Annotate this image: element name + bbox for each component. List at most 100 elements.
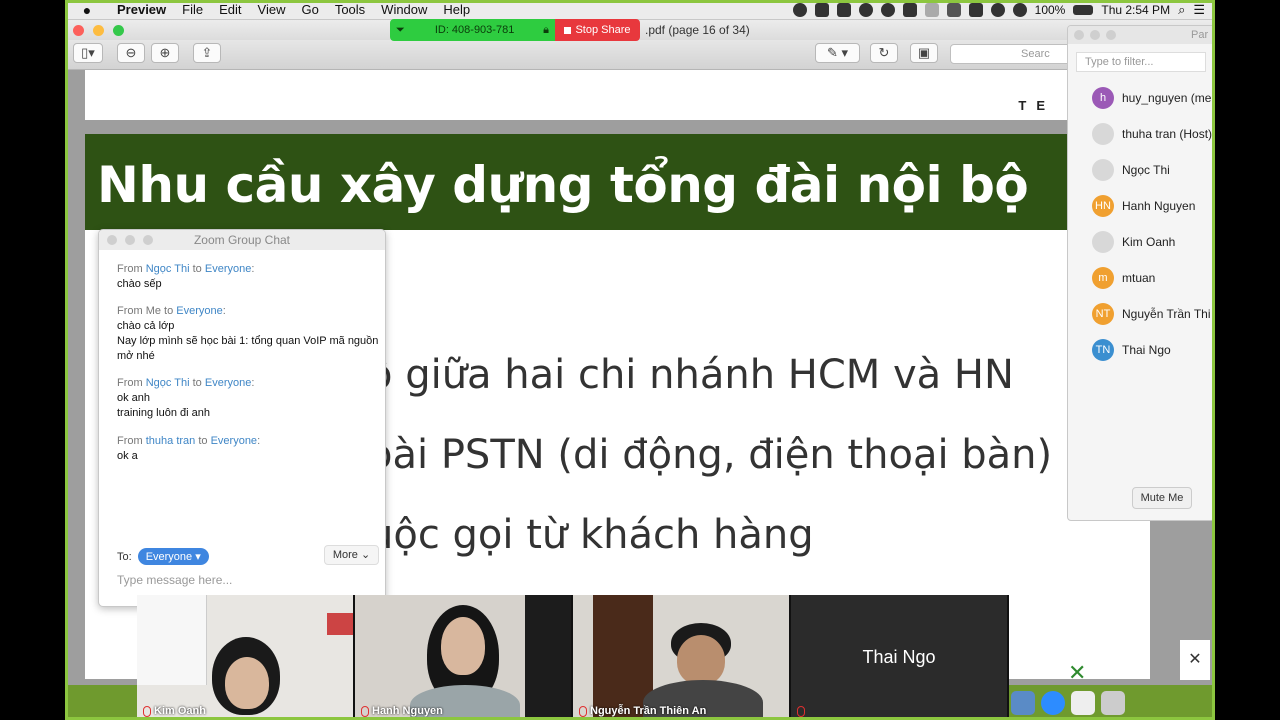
- markup-button[interactable]: ✎ ▾: [815, 43, 860, 63]
- participant-name: mtuan: [1122, 271, 1156, 285]
- stop-share-button[interactable]: Stop Share: [555, 19, 640, 41]
- participant-row[interactable]: NT Nguyễn Trần Thi: [1068, 296, 1214, 332]
- more-button[interactable]: More ⌄: [324, 545, 379, 565]
- signal-icon: ⏷: [396, 23, 405, 36]
- spotlight-search-icon[interactable]: ⌕: [1178, 2, 1185, 18]
- volume-icon[interactable]: [990, 2, 1005, 17]
- chat-message: From thuha tran to Everyone: ok a: [117, 434, 379, 464]
- sidebar-toggle-button[interactable]: ▯▾: [73, 43, 103, 63]
- recipient-select[interactable]: Everyone ▾: [137, 548, 209, 565]
- search-input[interactable]: Searc: [950, 44, 1080, 64]
- menu-help[interactable]: Help: [435, 2, 478, 17]
- window-toolbar: ▯▾ ⊖ ⊕ ⇪ ✎ ▾ ↻ ▣ Searc: [65, 40, 1215, 70]
- menu-edit[interactable]: Edit: [211, 2, 249, 17]
- lock-icon: 🔒︎: [543, 23, 549, 36]
- status-icon[interactable]: [792, 2, 807, 17]
- zoom-app-icon[interactable]: [1041, 690, 1065, 715]
- mic-muted-icon: [579, 705, 587, 717]
- panel-minimize-button[interactable]: [1090, 30, 1100, 40]
- chat-zoom-button[interactable]: [143, 235, 153, 245]
- status-icon[interactable]: [902, 2, 917, 17]
- chat-colon: :: [251, 377, 255, 389]
- mute-me-button[interactable]: Mute Me: [1132, 487, 1192, 509]
- participant-name: Thai Ngo: [1122, 343, 1171, 357]
- zoom-in-button[interactable]: ⊕: [151, 43, 179, 63]
- participants-title: Par: [1191, 29, 1209, 41]
- wifi-icon[interactable]: [946, 2, 961, 17]
- avatar: [1092, 123, 1114, 145]
- video-name-label: Nguyễn Trần Thiên An: [579, 705, 706, 717]
- menu-tools[interactable]: Tools: [327, 2, 373, 17]
- participant-row[interactable]: m mtuan: [1068, 260, 1214, 296]
- zoom-out-button[interactable]: ⊖: [117, 43, 145, 63]
- avatar: [1092, 231, 1114, 253]
- close-icon[interactable]: ✕: [1180, 640, 1210, 680]
- participant-row[interactable]: thuha tran (Host): [1068, 116, 1214, 152]
- chat-message-header: From Ngọc Thi to Everyone:: [117, 262, 379, 277]
- chat-colon: :: [257, 435, 261, 447]
- rotate-button[interactable]: ↻: [870, 43, 898, 63]
- menu-view[interactable]: View: [250, 2, 294, 17]
- video-tile[interactable]: Thai Ngo: [791, 595, 1007, 720]
- dock: [1005, 685, 1155, 720]
- status-icon[interactable]: [880, 2, 895, 17]
- menu-file[interactable]: File: [174, 2, 211, 17]
- chat-message-header: From Ngọc Thi to Everyone:: [117, 376, 379, 391]
- participant-name: Nguyễn Trần Thi: [1122, 307, 1211, 321]
- chat-close-button[interactable]: [107, 235, 117, 245]
- avatar: NT: [1092, 303, 1114, 325]
- document-icon[interactable]: [1071, 690, 1095, 715]
- chat-message-input[interactable]: Type message here...: [117, 573, 232, 587]
- video-tile[interactable]: Kim Oanh: [137, 595, 353, 720]
- chat-message-text: ok anh: [117, 392, 151, 404]
- battery-percent[interactable]: 100%: [1035, 3, 1066, 17]
- battery-icon[interactable]: [1073, 4, 1094, 15]
- bluetooth-icon[interactable]: [924, 2, 939, 17]
- menu-window[interactable]: Window: [373, 2, 435, 17]
- toolbox-button[interactable]: ▣: [910, 43, 938, 63]
- avatar: TN: [1092, 339, 1114, 361]
- status-icon[interactable]: [968, 2, 983, 17]
- group-chat-window: Zoom Group Chat From Ngọc Thi to Everyon…: [98, 229, 386, 607]
- participant-row[interactable]: Kim Oanh: [1068, 224, 1214, 260]
- participant-row[interactable]: h huy_nguyen (me: [1068, 80, 1214, 116]
- participant-row[interactable]: Ngọc Thi: [1068, 152, 1214, 188]
- status-icon[interactable]: [858, 2, 873, 17]
- avatar: HN: [1092, 195, 1114, 217]
- chat-message-header: From thuha tran to Everyone:: [117, 434, 379, 449]
- user-icon[interactable]: [1012, 2, 1027, 17]
- zoom-window-button[interactable]: [113, 25, 124, 36]
- avatar: m: [1092, 267, 1114, 289]
- participant-row[interactable]: HN Hanh Nguyen: [1068, 188, 1214, 224]
- close-window-button[interactable]: [73, 25, 84, 36]
- participant-filter-input[interactable]: Type to filter...: [1076, 52, 1206, 72]
- status-icon[interactable]: [836, 2, 851, 17]
- virtualbox-icon[interactable]: [1011, 690, 1035, 715]
- chat-minimize-button[interactable]: [125, 235, 135, 245]
- status-icon[interactable]: [814, 2, 829, 17]
- clock[interactable]: Thu 2:54 PM: [1101, 3, 1170, 17]
- video-tile[interactable]: Nguyễn Trần Thiên An: [573, 595, 789, 720]
- sign-background: [327, 613, 353, 635]
- apple-menu-icon[interactable]: ●: [65, 2, 109, 18]
- share-icon[interactable]: ⇪: [193, 43, 221, 63]
- chat-message-text: Nay lớp mình sẽ học bài 1: tổng quan VoI…: [117, 335, 379, 362]
- status-area: 100% Thu 2:54 PM ⌕ ☰: [792, 2, 1215, 18]
- minimize-window-button[interactable]: [93, 25, 104, 36]
- chat-message-text: chào cả lớp: [117, 320, 175, 332]
- menu-app-name[interactable]: Preview: [109, 2, 174, 17]
- participants-titlebar: Par: [1068, 26, 1214, 44]
- video-name-label: Hanh Nguyen: [361, 705, 443, 717]
- slide-bullet: ộ giữa hai chi nhánh HCM và HN: [368, 352, 1014, 398]
- participant-row[interactable]: TN Thai Ngo: [1068, 332, 1214, 368]
- menu-go[interactable]: Go: [293, 2, 326, 17]
- notification-list-icon[interactable]: ☰: [1193, 2, 1205, 18]
- video-tile[interactable]: Hanh Nguyen: [355, 595, 571, 720]
- panel-close-button[interactable]: [1074, 30, 1084, 40]
- chat-sender: thuha tran: [145, 435, 196, 447]
- trash-icon[interactable]: [1101, 690, 1125, 715]
- panel-zoom-button[interactable]: [1106, 30, 1116, 40]
- slide-title-banner: Nhu cầu xây dựng tổng đài nội bộ: [85, 134, 1150, 230]
- meeting-info[interactable]: ⏷ ID: 408-903-781 🔒︎: [390, 19, 555, 41]
- person-face: [677, 635, 725, 685]
